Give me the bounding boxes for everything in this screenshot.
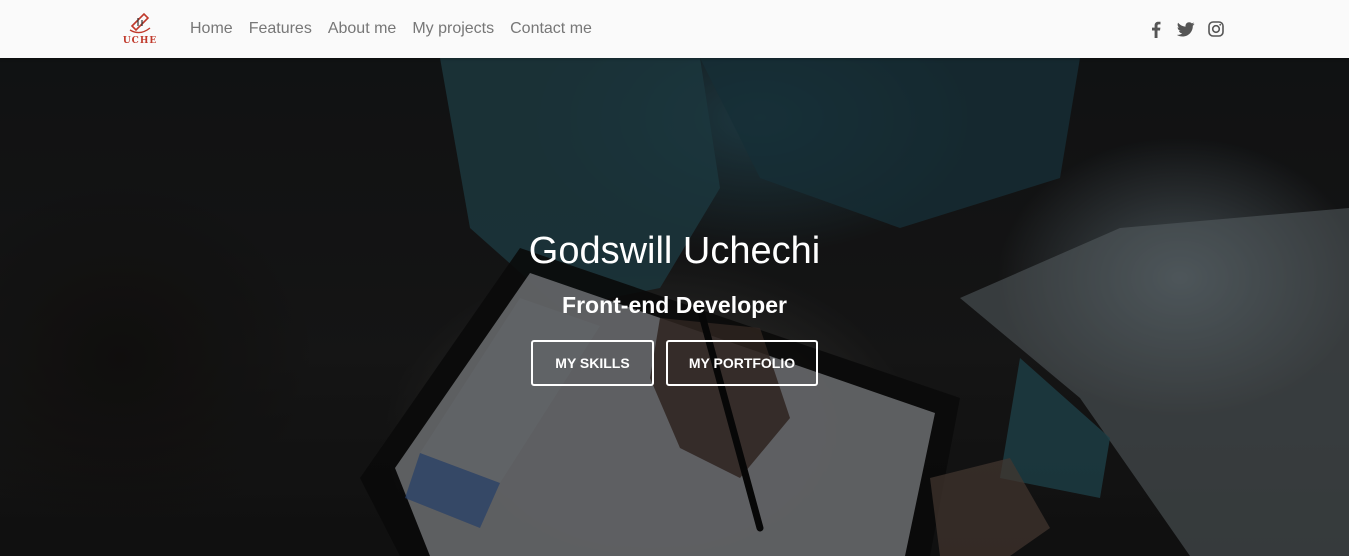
nav-link-features[interactable]: Features	[249, 20, 312, 38]
hero-subtitle: Front-end Developer	[562, 292, 787, 318]
hero-title: Godswill Uchechi	[528, 230, 821, 272]
brand-logo[interactable]: UCHE	[114, 10, 166, 48]
hero-content: Godswill Uchechi Front-end Developer MY …	[0, 58, 1349, 556]
social-links	[1135, 0, 1225, 58]
brand-logo-text: UCHE	[122, 36, 158, 46]
navbar: UCHE Home Features About me My projects …	[0, 0, 1349, 58]
my-skills-button[interactable]: MY SKILLS	[531, 340, 654, 386]
instagram-icon[interactable]	[1207, 20, 1225, 38]
nav-link-contact[interactable]: Contact me	[510, 20, 592, 38]
facebook-icon[interactable]	[1147, 20, 1165, 38]
main-nav: Home Features About me My projects Conta…	[190, 0, 608, 58]
nav-link-about[interactable]: About me	[328, 20, 396, 38]
my-portfolio-button[interactable]: MY PORTFOLIO	[666, 340, 818, 386]
logo-mark-icon	[129, 12, 151, 34]
twitter-icon[interactable]	[1177, 20, 1195, 38]
nav-link-home[interactable]: Home	[190, 20, 233, 38]
hero-section: Godswill Uchechi Front-end Developer MY …	[0, 58, 1349, 556]
nav-link-projects[interactable]: My projects	[412, 20, 494, 38]
